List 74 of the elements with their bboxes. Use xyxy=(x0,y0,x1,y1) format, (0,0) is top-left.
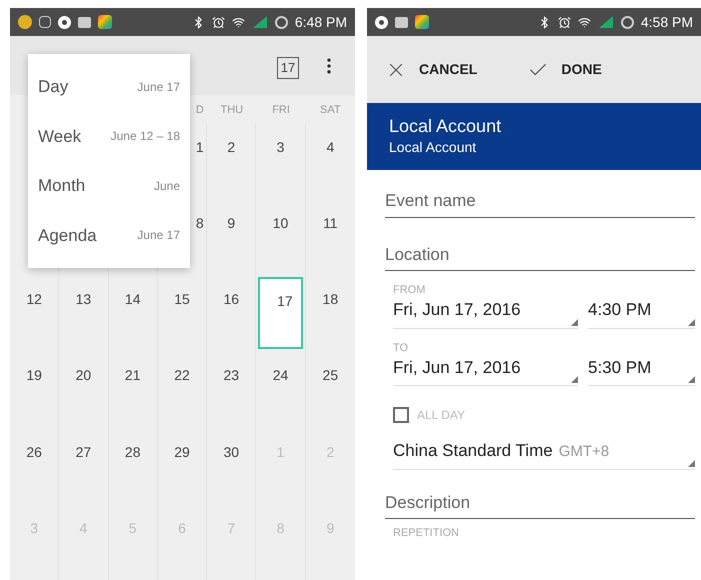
location-field[interactable]: Location xyxy=(385,242,695,271)
image-icon xyxy=(78,16,91,28)
dropdown-caret-icon xyxy=(571,376,578,383)
day-cell[interactable]: 11 xyxy=(308,201,353,274)
dropdown-picker[interactable]: Fri, Jun 17, 2016 xyxy=(393,297,578,328)
account-subtitle: Local Account xyxy=(389,138,478,157)
day-cell[interactable]: 30 xyxy=(209,430,254,502)
day-cell[interactable]: 22 xyxy=(160,353,204,426)
day-cell[interactable]: 25 xyxy=(308,353,353,426)
dropdown-picker[interactable]: 5:30 PM xyxy=(588,354,695,386)
view-menu-item[interactable]: Week June 12 – 18 xyxy=(38,124,180,149)
day-cell[interactable]: 15 xyxy=(160,277,204,350)
sync-icon xyxy=(274,16,288,28)
view-menu-item[interactable]: Agenda June 17 xyxy=(38,222,180,248)
app-icon xyxy=(18,15,32,29)
image-icon xyxy=(395,16,408,28)
day-cell[interactable]: 20 xyxy=(61,353,106,426)
dropdown-picker[interactable]: 4:30 PM xyxy=(588,297,695,328)
day-cell[interactable]: 9 xyxy=(209,201,254,274)
document-icon xyxy=(39,16,51,28)
signal-icon xyxy=(252,15,268,29)
day-cell[interactable]: 18 xyxy=(308,277,353,350)
day-cell[interactable]: 13 xyxy=(61,277,106,350)
day-cell[interactable]: 14 xyxy=(110,277,155,350)
record-icon xyxy=(58,16,71,28)
day-cell[interactable]: 4 xyxy=(308,125,353,198)
account-title: Local Account xyxy=(389,115,502,137)
day-cell[interactable]: 12 xyxy=(12,277,56,350)
sync-icon xyxy=(620,16,634,28)
view-menu-item[interactable]: Day June 17 xyxy=(38,74,180,100)
day-cell[interactable]: 24 xyxy=(258,353,303,426)
repetition-label: REPETITION xyxy=(392,527,460,540)
weekday-header: SAT xyxy=(320,104,341,116)
day-cell[interactable]: 16 xyxy=(209,277,254,350)
day-cell[interactable]: 29 xyxy=(160,430,204,502)
weekday-header: FRI xyxy=(272,104,290,116)
record-icon xyxy=(375,16,388,28)
alarm-icon xyxy=(558,16,571,28)
day-cell[interactable]: 2 xyxy=(209,125,254,198)
cancel-button[interactable]: CANCEL xyxy=(385,58,478,80)
wifi-icon xyxy=(578,16,591,28)
day-cell[interactable]: 21 xyxy=(110,353,155,426)
day-cell[interactable]: 28 xyxy=(110,430,155,502)
timezone-picker[interactable]: China Standard Time GMT+8 xyxy=(393,438,695,470)
dropdown-caret-icon xyxy=(688,318,695,326)
weekday-header: D xyxy=(196,104,204,116)
description-field[interactable]: Description xyxy=(385,490,695,519)
field-label: FROM xyxy=(392,283,426,297)
dropdown-picker[interactable]: Fri, Jun 17, 2016 xyxy=(393,354,578,386)
clock-time: 6:48 PM xyxy=(294,12,347,32)
signal-icon xyxy=(598,15,614,29)
field-label: TO xyxy=(392,340,410,354)
dropdown-caret-icon xyxy=(571,318,578,326)
clock-time: 4:58 PM xyxy=(640,12,693,32)
view-menu-item[interactable]: Month June xyxy=(38,173,180,198)
event-name-field[interactable]: Event name xyxy=(385,188,695,218)
weekday-header: THU xyxy=(220,104,244,116)
dropdown-caret-icon xyxy=(688,376,695,383)
day-cell[interactable]: 26 xyxy=(12,430,56,502)
all-day-label: ALL DAY xyxy=(417,407,466,424)
all-day-checkbox[interactable] xyxy=(393,407,409,423)
day-cell[interactable]: 19 xyxy=(12,353,56,426)
dropdown-caret-icon xyxy=(688,460,695,466)
day-cell[interactable]: 27 xyxy=(61,430,106,502)
day-cell[interactable]: 17 xyxy=(258,277,303,350)
day-cell[interactable]: 10 xyxy=(258,201,303,274)
app-icon xyxy=(98,15,112,29)
day-cell[interactable]: 23 xyxy=(209,353,254,426)
today-button[interactable]: 17 xyxy=(277,56,299,78)
alarm-icon xyxy=(212,16,225,28)
day-cell[interactable]: 3 xyxy=(258,125,303,198)
app-icon xyxy=(415,15,429,29)
done-button[interactable]: DONE xyxy=(527,58,602,80)
wifi-icon xyxy=(232,16,245,28)
